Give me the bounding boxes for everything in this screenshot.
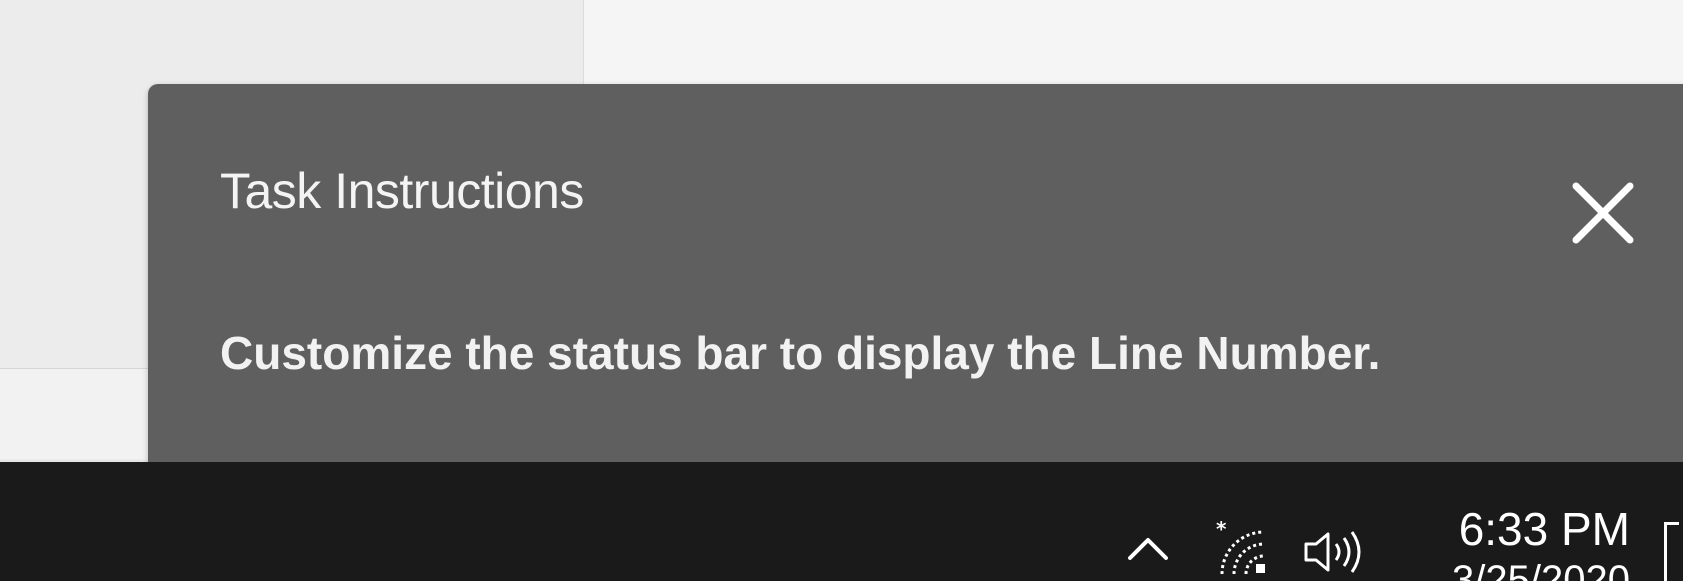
taskbar-clock[interactable]: 6:33 PM 3/25/2020 [1410, 502, 1630, 581]
chevron-up-icon [1128, 538, 1168, 560]
show-hidden-icons-button[interactable] [1122, 528, 1174, 568]
action-center-button[interactable] [1664, 522, 1679, 581]
speaker-icon [1304, 531, 1361, 573]
network-tray-button[interactable]: * [1212, 517, 1274, 580]
taskbar: * 6:33 PM 3/25/2020 [0, 462, 1683, 581]
clock-date: 3/25/2020 [1452, 558, 1630, 581]
task-instructions-title: Task Instructions [220, 163, 584, 219]
svg-text:*: * [1216, 518, 1227, 541]
volume-tray-button[interactable] [1300, 526, 1374, 578]
wifi-icon: * [1216, 517, 1265, 575]
close-button[interactable] [1558, 168, 1648, 258]
background-window-top [584, 0, 1683, 90]
background-window-strip [0, 368, 150, 459]
desktop-background: Task Instructions Customize the status b… [0, 0, 1683, 581]
task-instructions-panel: Task Instructions Customize the status b… [148, 84, 1683, 468]
clock-time: 6:33 PM [1458, 503, 1630, 555]
task-instruction-text: Customize the status bar to display the … [220, 327, 1381, 379]
close-x-icon [1572, 182, 1634, 244]
